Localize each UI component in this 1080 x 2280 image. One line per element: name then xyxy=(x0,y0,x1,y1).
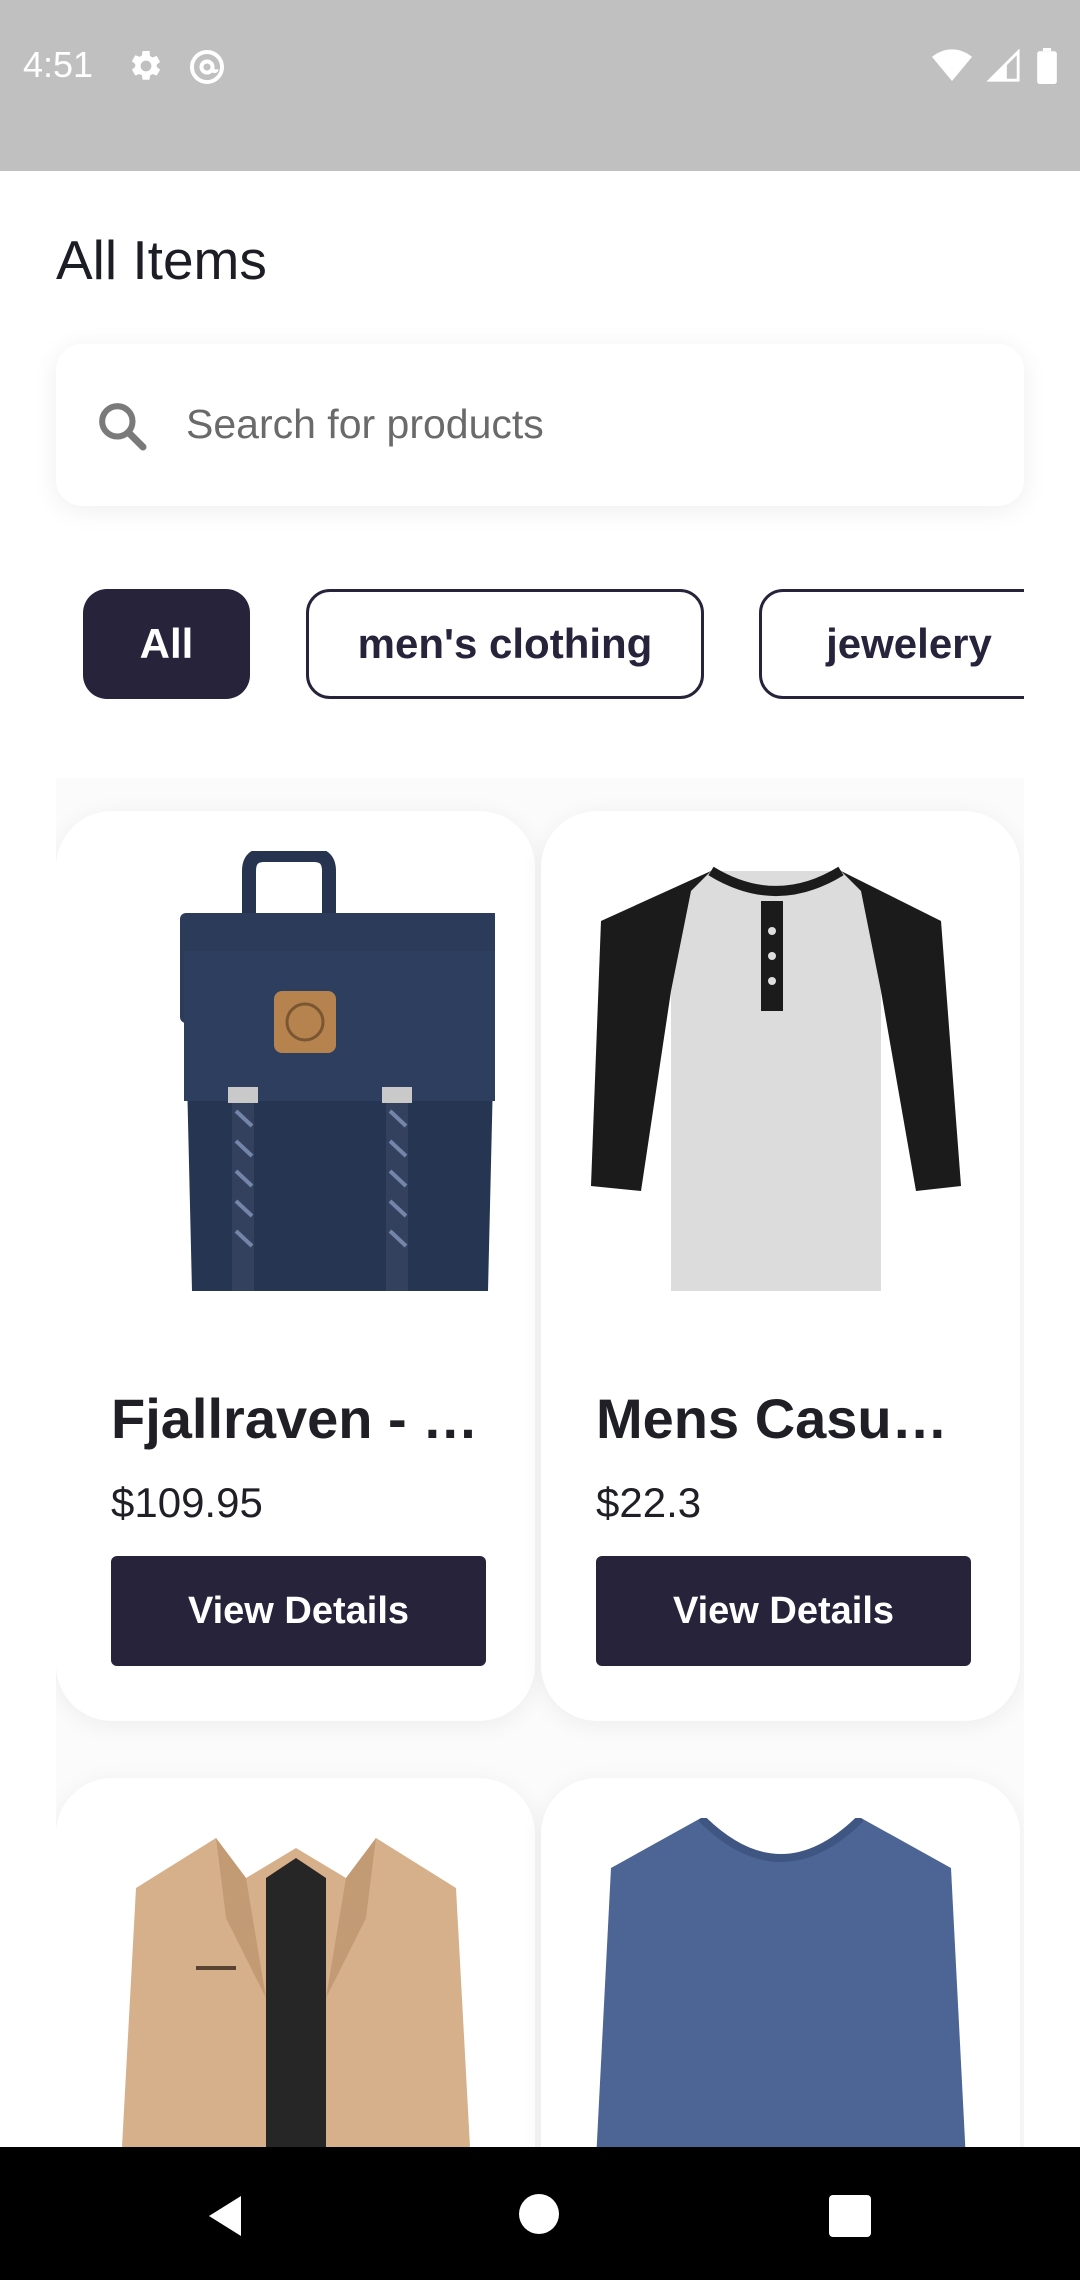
category-chip-mens-clothing[interactable]: men's clothing xyxy=(306,589,704,699)
jacket-image xyxy=(96,1818,495,2147)
search-bar[interactable] xyxy=(56,344,1024,506)
status-time: 4:51 xyxy=(23,44,94,85)
battery-icon xyxy=(1037,48,1057,84)
backpack-image xyxy=(96,851,495,1291)
blue-long-sleeve-shirt-image xyxy=(581,1818,980,2147)
product-grid: Fjallraven - … $109.95 View Details Mens… xyxy=(56,778,1024,2147)
view-details-button[interactable]: View Details xyxy=(596,1556,971,1666)
recent-apps-icon[interactable] xyxy=(829,2195,871,2237)
category-chip-jewelery[interactable]: jewelery xyxy=(759,589,1024,699)
product-price: $22.3 xyxy=(596,1479,702,1526)
search-input[interactable] xyxy=(128,394,986,454)
product-card[interactable]: Fjallraven - … $109.95 View Details xyxy=(56,811,535,1721)
system-nav-bar xyxy=(0,2147,1080,2280)
status-bar: 4:51 xyxy=(0,0,1080,171)
category-chip-all[interactable]: All xyxy=(83,589,250,699)
at-sign-icon xyxy=(189,49,225,85)
wifi-icon xyxy=(932,49,972,81)
product-price: $109.95 xyxy=(111,1479,263,1526)
back-icon[interactable] xyxy=(205,2194,245,2238)
product-card[interactable] xyxy=(56,1778,535,2147)
gear-icon xyxy=(132,50,160,80)
category-filter: All men's clothing jewelery xyxy=(56,588,1024,704)
product-title: Mens Casual … xyxy=(596,1387,976,1450)
signal-icon xyxy=(986,49,1020,82)
page-title: All Items xyxy=(56,229,267,291)
product-title: Fjallraven - … xyxy=(111,1387,479,1450)
home-icon[interactable] xyxy=(519,2194,559,2234)
product-card[interactable]: Mens Casual … $22.3 View Details xyxy=(541,811,1020,1721)
view-details-button[interactable]: View Details xyxy=(111,1556,486,1666)
product-card[interactable] xyxy=(541,1778,1020,2147)
raglan-shirt-image xyxy=(581,851,980,1291)
